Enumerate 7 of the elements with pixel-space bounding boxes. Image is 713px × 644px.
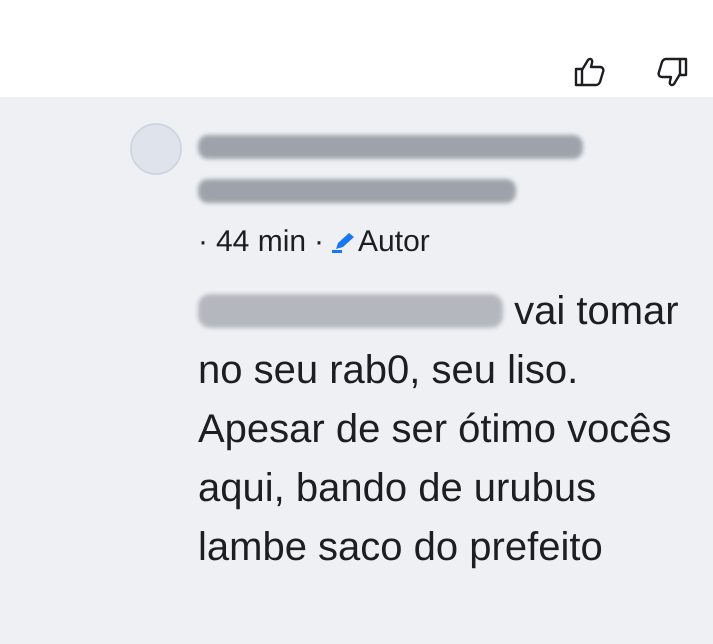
timestamp: 44 min bbox=[216, 224, 306, 260]
separator-dot: · bbox=[314, 224, 324, 260]
separator-dot: · bbox=[198, 224, 208, 260]
dislike-button[interactable] bbox=[655, 55, 689, 89]
comment-text: vai tomar no seu rab0, seu liso. Apesar de ser ótimo vocês aqui, bando de urubus lambe saco do prefeito bbox=[198, 288, 680, 571]
author-label: Autor bbox=[358, 224, 430, 260]
like-button[interactable] bbox=[573, 55, 607, 89]
